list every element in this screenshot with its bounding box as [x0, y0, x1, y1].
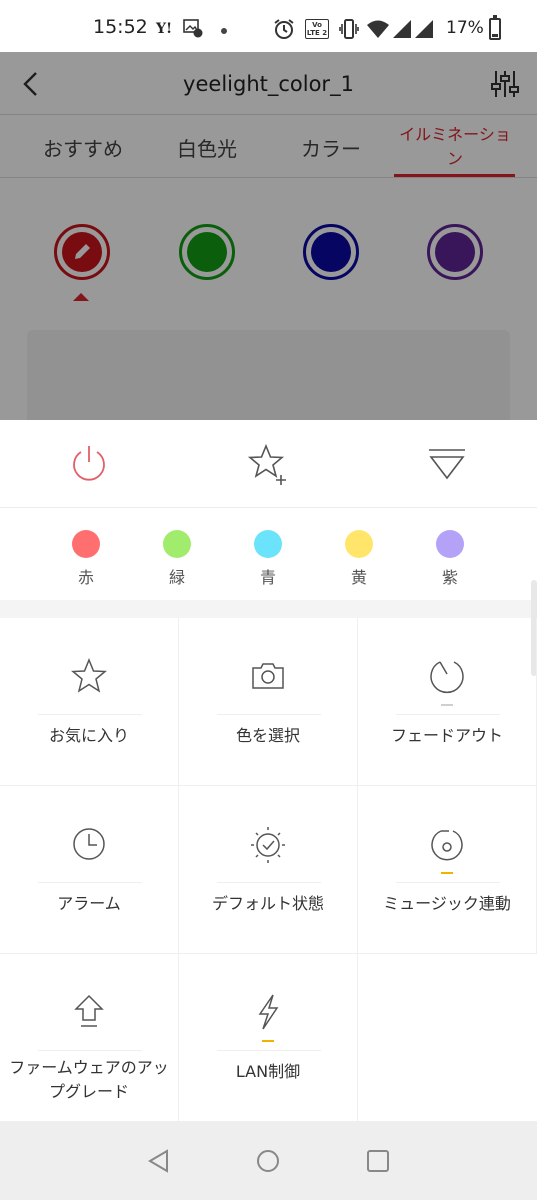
color-label: 紫 — [441, 568, 458, 587]
default-state-icon — [251, 827, 285, 863]
quick-colors: 赤 緑 青 黄 紫 — [0, 508, 537, 600]
lightning-icon — [258, 994, 279, 1030]
color-purple[interactable]: 紫 — [435, 530, 465, 588]
grid-item-default-state[interactable]: デフォルト状態 — [179, 786, 358, 954]
grid-item-label: フェードアウト — [390, 726, 503, 745]
system-nav-bar — [0, 1122, 537, 1200]
status-time: 15:52 — [93, 16, 148, 38]
color-yellow[interactable]: 黄 — [344, 530, 374, 588]
cell-divider — [38, 714, 142, 715]
wifi-icon — [367, 20, 389, 38]
color-dot — [345, 530, 373, 558]
signal-2-icon — [415, 20, 433, 38]
power-icon[interactable] — [67, 442, 111, 486]
color-dot — [163, 530, 191, 558]
cell-divider — [217, 714, 321, 715]
feature-grid: お気に入り 色を選択 フェードアウト アラーム デフォルト状態 ミュージック連動… — [0, 618, 537, 1122]
grid-item-label: ミュージック連動 — [383, 894, 511, 913]
grid-item-favorites[interactable]: お気に入り — [0, 618, 179, 786]
music-sync-icon — [431, 830, 463, 861]
section-divider — [0, 600, 537, 618]
grid-item-label: LAN制御 — [235, 1062, 301, 1081]
status-mark — [441, 872, 453, 874]
color-dot — [72, 530, 100, 558]
color-green[interactable]: 緑 — [162, 530, 192, 588]
color-label: 青 — [259, 568, 276, 587]
color-label: 緑 — [168, 568, 185, 587]
camera-icon — [252, 663, 284, 689]
bottom-sheet: 赤 緑 青 黄 紫 お気に入り 色を選択 フェードアウト アラーム デフォルト状… — [0, 420, 537, 1122]
modal-overlay[interactable] — [0, 52, 537, 420]
cell-divider — [38, 882, 142, 883]
battery-icon — [489, 15, 501, 40]
nav-recents-icon[interactable] — [365, 1148, 391, 1174]
alarm-icon — [274, 19, 294, 39]
nav-home-icon[interactable] — [255, 1148, 281, 1174]
color-dot — [254, 530, 282, 558]
grid-item-firmware-upgrade[interactable]: ファームウェアのアップグレード — [0, 954, 179, 1122]
star-icon — [71, 658, 107, 693]
status-mark — [262, 1040, 274, 1042]
volte-icon: Vo LTE 2 — [305, 19, 329, 39]
grid-item-music-sync[interactable]: ミュージック連動 — [358, 786, 537, 954]
fade-timer-icon — [430, 661, 464, 694]
grid-item-label: デフォルト状態 — [211, 894, 324, 913]
cell-divider — [217, 882, 321, 883]
upgrade-icon — [74, 994, 104, 1027]
cell-divider — [396, 882, 500, 883]
cell-divider — [38, 1050, 142, 1051]
collapse-icon[interactable] — [425, 442, 469, 486]
grid-item-label: アラーム — [57, 894, 121, 913]
grid-item-lan-control[interactable]: LAN制御 — [179, 954, 358, 1122]
cell-divider — [396, 714, 500, 715]
vibrate-icon — [339, 19, 359, 39]
color-label: 赤 — [77, 568, 94, 587]
notification-dot-icon — [221, 28, 227, 34]
yahoo-icon: Y! — [156, 21, 173, 37]
color-label: 黄 — [350, 568, 367, 587]
nav-back-icon[interactable] — [146, 1148, 172, 1174]
status-bar: 15:52 Y! Vo LTE 2 17% — [0, 0, 537, 52]
color-cyan[interactable]: 青 — [253, 530, 283, 588]
cell-divider — [217, 1050, 321, 1051]
grid-item-fade-out[interactable]: フェードアウト — [358, 618, 537, 786]
action-row — [0, 420, 537, 508]
battery-percent: 17% — [446, 18, 484, 38]
grid-item-alarm[interactable]: アラーム — [0, 786, 179, 954]
grid-item-label: ファームウェアのアップグレード — [9, 1058, 169, 1101]
grid-item-label: 色を選択 — [235, 726, 300, 745]
star-add-icon[interactable] — [246, 442, 290, 486]
grid-item-pick-color[interactable]: 色を選択 — [179, 618, 358, 786]
signal-icon — [393, 20, 411, 38]
color-red[interactable]: 赤 — [71, 530, 101, 588]
color-dot — [436, 530, 464, 558]
clock-icon — [73, 828, 105, 860]
status-mark — [441, 704, 453, 706]
grid-item-empty — [358, 954, 537, 1122]
gallery-notification-icon — [183, 19, 203, 38]
grid-item-label: お気に入り — [48, 726, 129, 745]
